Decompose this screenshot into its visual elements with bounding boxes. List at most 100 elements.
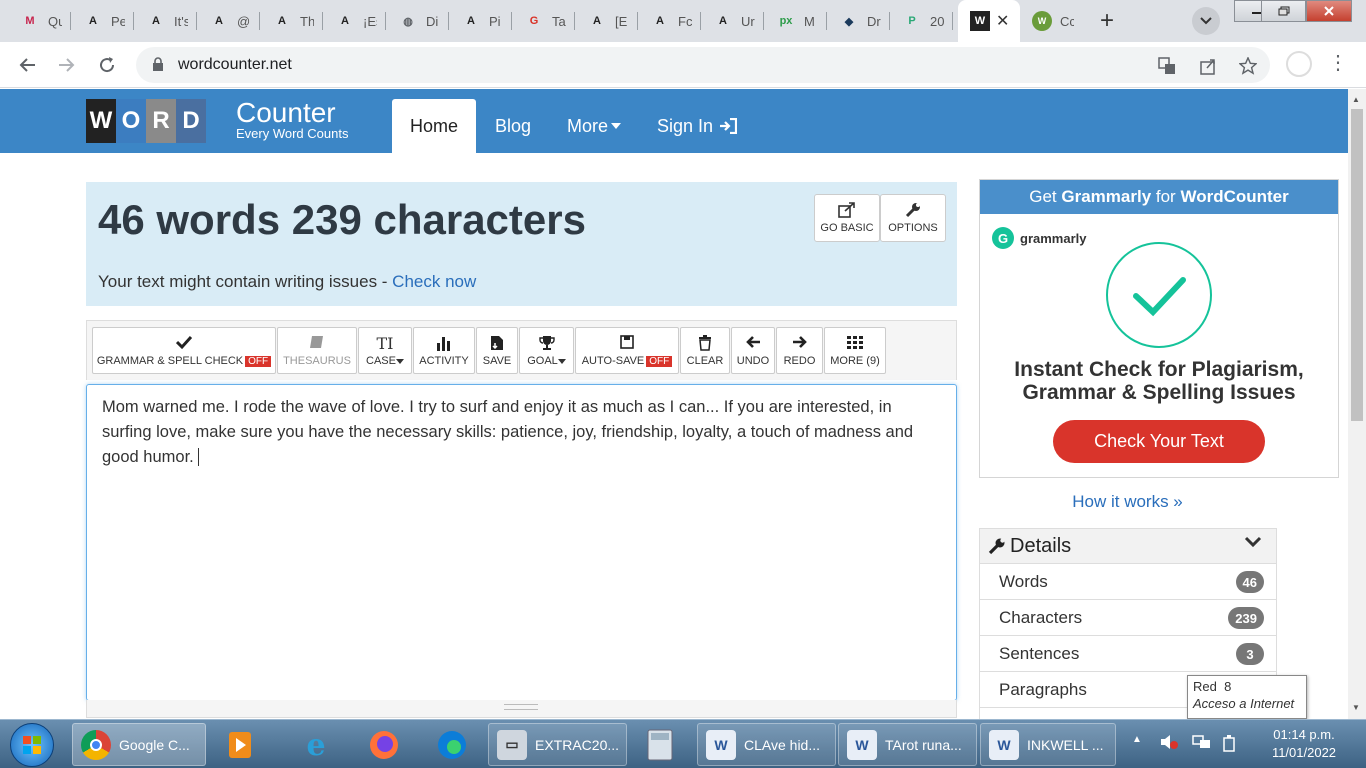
- undo-button[interactable]: UNDO: [731, 327, 775, 374]
- text-cursor: [197, 448, 199, 466]
- internet-explorer-icon[interactable]: e: [296, 725, 336, 765]
- browser-tab[interactable]: A ¡Es: [323, 0, 386, 42]
- taskbar-doc3[interactable]: W INKWELL ...: [980, 723, 1116, 766]
- browser-tab[interactable]: G Ta: [512, 0, 575, 42]
- logo-text[interactable]: Counter Every Word Counts: [236, 99, 348, 141]
- arrow-right-icon: [59, 58, 75, 72]
- translate-icon[interactable]: [1156, 55, 1178, 77]
- word-doc-icon: W: [847, 729, 877, 760]
- browser-tab[interactable]: A Pi: [449, 0, 512, 42]
- browser-tab[interactable]: A Ur: [701, 0, 764, 42]
- nav-home[interactable]: Home: [392, 99, 477, 153]
- tab-wordcounter-active[interactable]: W ✕: [958, 0, 1020, 42]
- address-bar[interactable]: wordcounter.net: [136, 47, 1270, 83]
- thesaurus-button[interactable]: THESAURUS: [277, 327, 357, 374]
- details-row-label: Paragraphs: [999, 679, 1087, 699]
- tab-close-icon[interactable]: ✕: [996, 11, 1009, 31]
- browser-tab-strip: MQuAPeAIt'sA@ A Th A¡Es◍DiAPiGTaA[EAFcAUrpx…: [0, 0, 1366, 42]
- network-icon[interactable]: [1192, 734, 1212, 753]
- tray-expand-icon[interactable]: ▲: [1132, 734, 1142, 745]
- browser-tab[interactable]: ◍ Di: [386, 0, 449, 42]
- reload-icon: [100, 57, 115, 73]
- details-header[interactable]: Details: [980, 529, 1276, 564]
- text-editor[interactable]: Mom warned me. I rode the wave of love. …: [86, 384, 957, 701]
- check-now-link[interactable]: Check now: [392, 272, 476, 291]
- checkmark-icon: [1133, 277, 1186, 317]
- start-button[interactable]: [10, 723, 54, 767]
- browser-tab[interactable]: P 20: [890, 0, 953, 42]
- clear-button[interactable]: CLEAR: [680, 327, 730, 374]
- firefox-icon[interactable]: [364, 725, 404, 765]
- nav-signin[interactable]: Sign In: [639, 99, 755, 153]
- new-tab-button[interactable]: +: [1092, 6, 1122, 36]
- activity-button[interactable]: ACTIVITY: [413, 327, 475, 374]
- browser-tab[interactable]: A @: [197, 0, 260, 42]
- scrollbar-thumb[interactable]: [1351, 109, 1363, 421]
- browser-tab[interactable]: A It's: [134, 0, 197, 42]
- profile-avatar[interactable]: [1286, 51, 1312, 77]
- media-player-icon[interactable]: [220, 725, 260, 765]
- auto-save-button[interactable]: AUTO-SAVE OFF: [575, 327, 679, 374]
- browser-tab[interactable]: A Th: [260, 0, 323, 42]
- browser-tab[interactable]: M Qu: [8, 0, 71, 42]
- nav-blog[interactable]: Blog: [477, 99, 549, 153]
- save-button[interactable]: SAVE: [476, 327, 518, 374]
- share-icon[interactable]: [1197, 55, 1219, 77]
- system-clock[interactable]: 01:14 p.m. 11/01/2022: [1256, 726, 1352, 762]
- browser-tab[interactable]: A Fc: [638, 0, 701, 42]
- taskbar-doc1[interactable]: W CLAve hid...: [697, 723, 836, 766]
- ad-header-brand: Grammarly: [1061, 187, 1152, 206]
- browser-tab[interactable]: A [E: [575, 0, 638, 42]
- power-icon[interactable]: [1222, 734, 1236, 755]
- tab-search-button[interactable]: [1192, 7, 1220, 35]
- tab-favicon-icon: G: [529, 15, 539, 27]
- page-scrollbar[interactable]: ▲ ▼: [1348, 89, 1366, 719]
- grammar-check-button[interactable]: GRAMMAR & SPELL CHECK OFF: [92, 327, 276, 374]
- save-file-icon: [491, 335, 503, 350]
- more-tools-button[interactable]: MORE (9): [824, 327, 886, 374]
- tab-favicon-icon: A: [278, 15, 286, 27]
- browser-tab[interactable]: A Pe: [71, 0, 134, 42]
- reload-button[interactable]: [92, 50, 122, 80]
- details-row-count-badge: 239: [1228, 607, 1264, 629]
- case-button[interactable]: TI CASE: [358, 327, 412, 374]
- logo-letter: O: [116, 99, 146, 143]
- tab-favicon-icon: ◍: [403, 15, 413, 28]
- taskbar-chrome[interactable]: Google C...: [72, 723, 206, 766]
- grammar-off-badge: OFF: [245, 355, 272, 367]
- writing-issues-text: Your text might contain writing issues -: [98, 272, 393, 291]
- taskbar-extract[interactable]: ▭ EXTRAC20...: [488, 723, 627, 766]
- redo-button[interactable]: REDO: [776, 327, 823, 374]
- browser-tab[interactable]: ◆ Dr: [827, 0, 890, 42]
- browser-menu-icon[interactable]: ⋮: [1328, 50, 1348, 75]
- forward-button[interactable]: [52, 50, 82, 80]
- options-button[interactable]: OPTIONS: [880, 194, 946, 242]
- go-basic-button[interactable]: GO BASIC: [814, 194, 880, 242]
- taskbar-doc2[interactable]: W TArot runa...: [838, 723, 977, 766]
- ad-headline-line1: Instant Check for Plagiarism,: [1014, 358, 1304, 381]
- editor-resize-handle[interactable]: [504, 704, 538, 710]
- scroll-up-icon[interactable]: ▲: [1352, 95, 1360, 104]
- tooltip-line1: Red 8: [1193, 679, 1232, 694]
- back-button[interactable]: [12, 50, 42, 80]
- goal-label: GOAL: [527, 354, 558, 367]
- tab-last[interactable]: W Cc: [1020, 0, 1084, 42]
- edge-icon[interactable]: [432, 725, 472, 765]
- bookmark-star-icon[interactable]: [1237, 55, 1259, 77]
- tab-title: Th: [300, 13, 314, 29]
- nav-more[interactable]: More: [549, 99, 639, 153]
- calculator-icon[interactable]: [640, 725, 680, 765]
- goal-button[interactable]: GOAL: [519, 327, 574, 374]
- chevron-down-icon[interactable]: [1244, 536, 1262, 548]
- browser-tab[interactable]: px M: [764, 0, 827, 42]
- details-row: Sentences 3: [980, 636, 1276, 672]
- window-close-button[interactable]: [1306, 0, 1352, 22]
- cta-label: Check Your Text: [1094, 431, 1224, 451]
- how-it-works-link[interactable]: How it works »: [979, 492, 1276, 512]
- check-your-text-button[interactable]: Check Your Text: [1053, 420, 1265, 463]
- scroll-down-icon[interactable]: ▼: [1352, 703, 1360, 712]
- grammarly-ad[interactable]: Get Grammarly for WordCounter G grammarl…: [979, 179, 1339, 478]
- maximize-button[interactable]: [1261, 0, 1306, 22]
- volume-muted-icon[interactable]: [1160, 734, 1178, 753]
- site-logo[interactable]: WORD: [86, 99, 206, 143]
